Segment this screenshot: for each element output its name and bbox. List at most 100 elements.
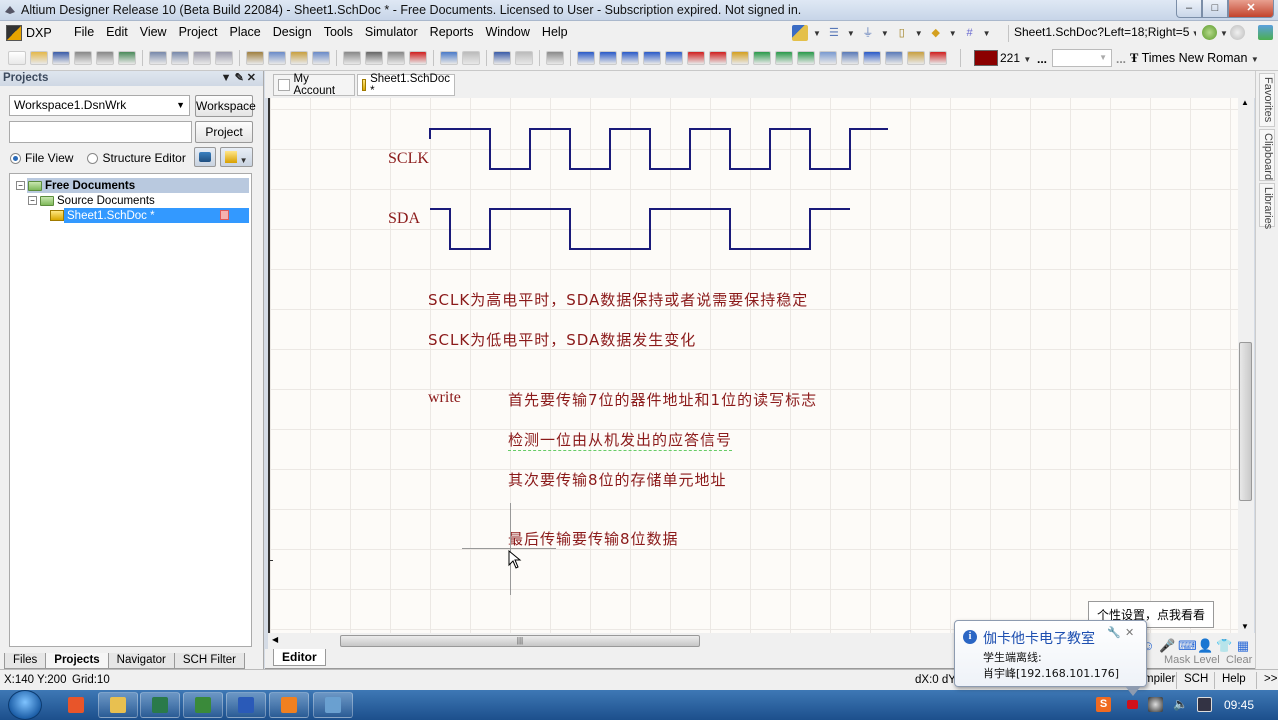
schematic-canvas[interactable]: SCLK SDA SCLK为高电平时，SDA数据保持或者说需要保持稳定 SCLK… bbox=[268, 98, 1238, 633]
panel-menu-icon[interactable]: ▼ bbox=[221, 72, 235, 84]
home-icon[interactable] bbox=[1258, 25, 1273, 40]
color-value[interactable]: 221 ▼ bbox=[1000, 51, 1031, 65]
user-icon[interactable]: 👤 bbox=[1197, 638, 1213, 653]
scroll-up-icon[interactable]: ▲ bbox=[1241, 98, 1249, 107]
chevron-down-icon[interactable]: ▼ bbox=[237, 156, 248, 165]
menu-file[interactable]: File bbox=[68, 25, 100, 39]
wire-tools-icon[interactable] bbox=[792, 25, 808, 41]
sogou-ime-icon[interactable]: S bbox=[1096, 697, 1111, 712]
chevron-down-icon[interactable]: ▼ bbox=[847, 29, 855, 38]
chevron-down-icon[interactable]: ▼ bbox=[949, 29, 957, 38]
tree-item-source-documents[interactable]: − Source Documents bbox=[28, 193, 155, 208]
new-icon[interactable] bbox=[8, 51, 26, 65]
chevron-down-icon[interactable]: ▼ bbox=[1099, 53, 1107, 62]
select-area-icon[interactable] bbox=[343, 51, 361, 65]
net-label-icon[interactable]: ◆ bbox=[928, 25, 944, 41]
network-icon[interactable] bbox=[1197, 697, 1212, 712]
skin-icon[interactable]: 👕 bbox=[1216, 638, 1232, 653]
menu-edit[interactable]: Edit bbox=[100, 25, 134, 39]
status-tab-more[interactable]: >> bbox=[1256, 672, 1278, 689]
paste-icon[interactable] bbox=[290, 51, 308, 65]
chevron-down-icon[interactable]: ▼ bbox=[915, 29, 923, 38]
ellipsis-button[interactable]: ... bbox=[1037, 52, 1047, 66]
panel-tab-files[interactable]: Files bbox=[4, 653, 47, 669]
forward-icon[interactable] bbox=[1230, 25, 1245, 40]
address-combo[interactable]: Sheet1.SchDoc?Left=18;Right=5 ▼ bbox=[1014, 25, 1196, 42]
tree-item-free-documents[interactable]: − Free Documents bbox=[16, 178, 135, 193]
menu-place[interactable]: Place bbox=[223, 25, 266, 39]
ground-icon[interactable]: ⏚ bbox=[860, 25, 876, 41]
menu-project[interactable]: Project bbox=[173, 25, 224, 39]
horizontal-scroll-thumb[interactable]: ||| bbox=[340, 635, 700, 647]
bus-entry-icon[interactable] bbox=[621, 51, 639, 65]
no-erc-icon[interactable] bbox=[929, 51, 947, 65]
device-sheet-icon[interactable] bbox=[797, 51, 815, 65]
collapse-icon[interactable]: − bbox=[16, 181, 25, 190]
port-icon[interactable]: ☰ bbox=[826, 25, 842, 41]
side-tab-clipboard[interactable]: Clipboard bbox=[1259, 129, 1275, 181]
scroll-left-icon[interactable]: ◀ bbox=[272, 635, 278, 644]
copy-icon[interactable] bbox=[268, 51, 286, 65]
harness-icon[interactable] bbox=[819, 51, 837, 65]
close-button[interactable]: ✕ bbox=[1228, 0, 1274, 18]
chevron-down-icon[interactable]: ▼ bbox=[1220, 29, 1228, 38]
chevron-down-icon[interactable]: ▼ bbox=[1251, 55, 1259, 64]
print-preview-icon[interactable] bbox=[96, 51, 114, 65]
place-part-icon[interactable] bbox=[731, 51, 749, 65]
deselect-icon[interactable] bbox=[387, 51, 405, 65]
port-place-icon[interactable] bbox=[885, 51, 903, 65]
start-button[interactable] bbox=[8, 690, 42, 720]
taskbar-button-paint[interactable] bbox=[313, 692, 353, 718]
collapse-icon[interactable]: − bbox=[28, 196, 37, 205]
minimize-button[interactable]: – bbox=[1176, 0, 1202, 18]
place-wire-icon[interactable] bbox=[577, 51, 595, 65]
font-combo[interactable]: Ŧ Times New Roman ▼ bbox=[1130, 51, 1259, 66]
part-icon[interactable]: ▯ bbox=[894, 25, 910, 41]
panel-close-icon[interactable]: ✕ bbox=[247, 72, 259, 84]
rubber-stamp-icon[interactable] bbox=[312, 51, 330, 65]
menu-simulator[interactable]: Simulator bbox=[359, 25, 424, 39]
cut-icon[interactable] bbox=[246, 51, 264, 65]
board-icon[interactable] bbox=[118, 51, 136, 65]
network-user-icon[interactable] bbox=[1148, 697, 1163, 712]
project-options-button[interactable]: ▼ bbox=[220, 147, 253, 167]
move-icon[interactable] bbox=[365, 51, 383, 65]
vertical-scroll-thumb[interactable] bbox=[1239, 342, 1252, 501]
open-icon[interactable] bbox=[30, 51, 48, 65]
place-net-label-icon[interactable] bbox=[643, 51, 661, 65]
sheet-symbol-icon[interactable] bbox=[753, 51, 771, 65]
clear-button[interactable]: Clear bbox=[1226, 654, 1252, 666]
zoom-fit-icon[interactable] bbox=[149, 51, 167, 65]
tab-my-account[interactable]: My Account bbox=[273, 73, 355, 97]
chevron-down-icon[interactable]: ▼ bbox=[176, 96, 185, 115]
back-icon[interactable] bbox=[1202, 25, 1217, 40]
color-swatch[interactable] bbox=[974, 50, 998, 66]
side-tab-libraries[interactable]: Libraries bbox=[1259, 183, 1275, 229]
panel-tab-navigator[interactable]: Navigator bbox=[107, 653, 175, 669]
notification-balloon[interactable]: i 伽卡他卡电子教室 🔧 ✕ 学生端离线: 肖宇峰[192.168.101.17… bbox=[954, 620, 1147, 696]
place-bus-icon[interactable] bbox=[599, 51, 617, 65]
harness-connector-icon[interactable] bbox=[841, 51, 859, 65]
vcc-icon[interactable] bbox=[709, 51, 727, 65]
status-tab-sch[interactable]: SCH bbox=[1176, 672, 1215, 689]
side-tab-favorites[interactable]: Favorites bbox=[1259, 73, 1275, 127]
project-button[interactable]: Project bbox=[195, 121, 253, 143]
menu-tools[interactable]: Tools bbox=[318, 25, 359, 39]
font-size-combo[interactable]: ▼ bbox=[1052, 49, 1112, 67]
scroll-down-icon[interactable]: ▼ bbox=[1241, 622, 1249, 631]
workspace-combo[interactable]: Workspace1.DsnWrk ▼ bbox=[9, 95, 190, 116]
pin-icon[interactable]: ✎ bbox=[235, 72, 247, 84]
clear-filter-icon[interactable] bbox=[409, 51, 427, 65]
microphone-icon[interactable]: 🎤 bbox=[1159, 638, 1175, 653]
tab-editor[interactable]: Editor bbox=[273, 649, 326, 666]
menu-help[interactable]: Help bbox=[536, 25, 574, 39]
chevron-down-icon[interactable]: ▼ bbox=[813, 29, 821, 38]
off-sheet-icon[interactable] bbox=[907, 51, 925, 65]
grid-icon[interactable]: # bbox=[962, 25, 978, 41]
project-input[interactable] bbox=[9, 121, 192, 143]
undo-icon[interactable] bbox=[440, 51, 458, 65]
clock[interactable]: 09:45 bbox=[1224, 698, 1254, 712]
structure-editor-radio[interactable] bbox=[87, 152, 99, 164]
grid-menu-icon[interactable]: ▦ bbox=[1235, 638, 1251, 653]
taskbar-button-explorer[interactable] bbox=[98, 692, 138, 718]
